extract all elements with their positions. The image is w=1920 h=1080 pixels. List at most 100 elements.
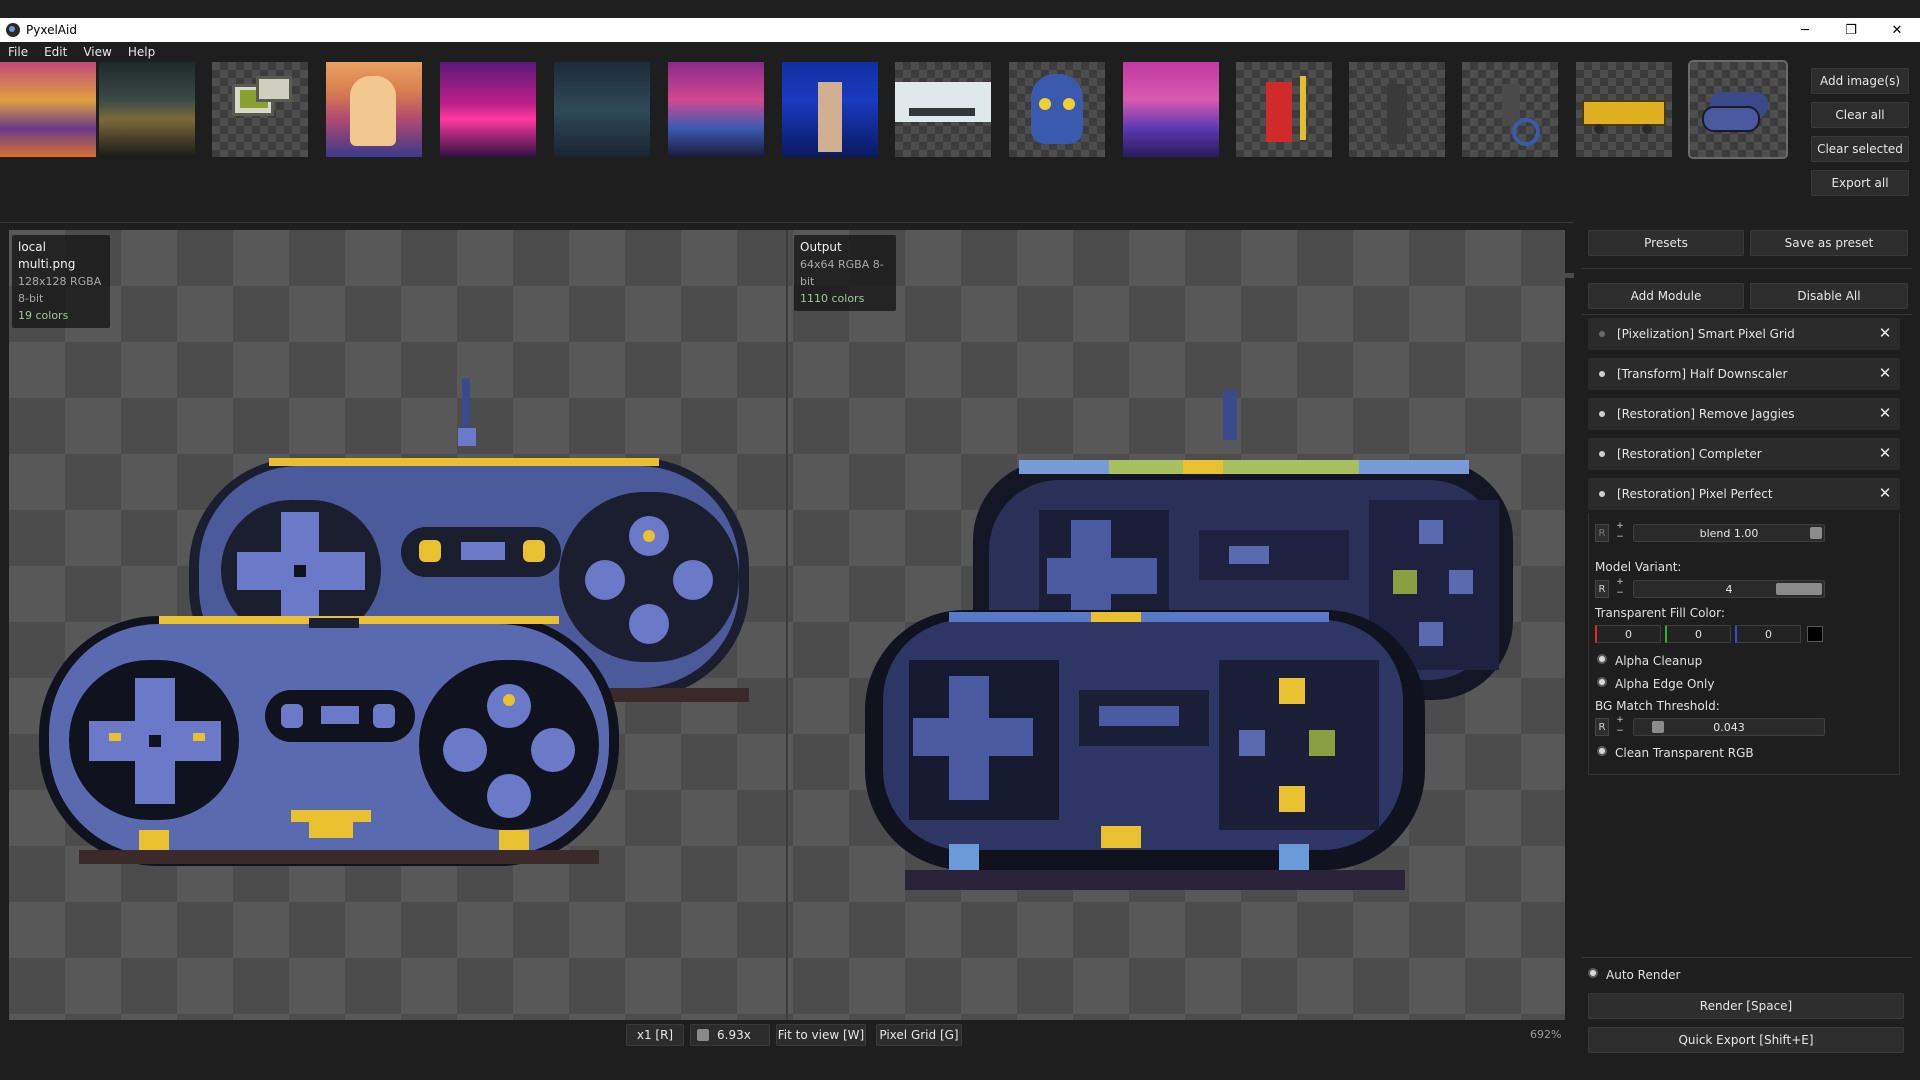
bg-threshold-value: 0.043 (1713, 720, 1745, 734)
module-label: [Pixelization] Smart Pixel Grid (1617, 327, 1795, 341)
module-label: [Restoration] Remove Jaggies (1617, 407, 1795, 421)
model-variant-decrement[interactable]: − (1614, 589, 1626, 598)
bg-threshold-label: BG Match Threshold: (1595, 699, 1720, 713)
thumbnail-crowd-of-characters[interactable] (0, 62, 96, 157)
module-pixel-perfect[interactable]: [Restoration] Pixel Perfect ✕ (1588, 478, 1900, 510)
module-toggle-dot[interactable] (1599, 371, 1605, 377)
blend-increment[interactable]: + (1614, 522, 1626, 531)
save-preset-button[interactable]: Save as preset (1750, 230, 1908, 256)
bg-threshold-increment[interactable]: + (1614, 716, 1626, 725)
add-module-button[interactable]: Add Module (1588, 283, 1744, 309)
title-bar: PyxelAid ─ ❐ ✕ (0, 18, 1920, 42)
fill-red-field[interactable]: 0 (1595, 625, 1661, 643)
zoom-field[interactable]: 6.93x (690, 1024, 770, 1046)
add-images-button[interactable]: Add image(s) (1811, 68, 1909, 94)
thumbnail-poster-dancer[interactable] (782, 62, 878, 157)
fill-green-field[interactable]: 0 (1665, 625, 1731, 643)
model-variant-reset-button[interactable]: R (1595, 580, 1609, 598)
auto-render-toggle[interactable] (1588, 968, 1598, 978)
fill-color-swatch[interactable] (1807, 626, 1823, 642)
render-button[interactable]: Render [Space] (1588, 993, 1904, 1019)
menu-help[interactable]: Help (128, 45, 155, 59)
input-filename: local multi.png (18, 240, 76, 271)
input-info-box: local multi.png 128x128 RGBA 8-bit 19 co… (12, 235, 110, 328)
module-half-downscaler[interactable]: [Transform] Half Downscaler ✕ (1588, 358, 1900, 390)
module-toggle-dot[interactable] (1599, 491, 1605, 497)
blend-slider-knob[interactable] (1810, 527, 1822, 539)
blend-decrement[interactable]: − (1614, 533, 1626, 542)
module-label: [Restoration] Completer (1617, 447, 1762, 461)
pixel-grid-button[interactable]: Pixel Grid [G] (876, 1024, 962, 1046)
thumbnail-blonde-woman-portrait[interactable] (326, 62, 422, 157)
panel-divider (1582, 957, 1912, 958)
thumbnail-torii-gate-night[interactable] (554, 62, 650, 157)
panel-divider (1582, 268, 1912, 269)
compare-split-handle[interactable] (786, 230, 788, 1020)
clean-transparent-rgb-label: Clean Transparent RGB (1615, 746, 1754, 760)
input-image (39, 378, 749, 866)
export-all-button[interactable]: Export all (1811, 170, 1909, 196)
blend-slider[interactable]: blend 1.00 (1633, 524, 1825, 542)
module-smart-pixel-grid[interactable]: [Pixelization] Smart Pixel Grid ✕ (1588, 318, 1900, 350)
thumbnail-woman-neon-outfit[interactable] (668, 62, 764, 157)
window-title: PyxelAid (26, 23, 77, 37)
model-variant-slider[interactable]: 4 (1633, 580, 1825, 598)
thumbnail-school-bus[interactable] (1576, 62, 1672, 157)
close-window-button[interactable]: ✕ (1874, 18, 1920, 42)
thumbnail-neon-skull[interactable] (1009, 62, 1105, 157)
thumbnail-armored-warrior[interactable] (1349, 62, 1445, 157)
fit-to-view-button[interactable]: Fit to view [W] (776, 1024, 866, 1046)
output-front-controller (865, 610, 1425, 890)
zoom-value: 6.93x (717, 1028, 751, 1042)
fill-color-label: Transparent Fill Color: (1595, 606, 1725, 620)
screen-top-band (0, 0, 1920, 18)
presets-button[interactable]: Presets (1588, 230, 1744, 256)
model-variant-slider-knob[interactable] (1776, 583, 1822, 595)
module-toggle-dot[interactable] (1599, 451, 1605, 457)
model-variant-increment[interactable]: + (1614, 578, 1626, 587)
input-meta: 128x128 RGBA 8-bit (18, 275, 102, 305)
module-toggle-dot[interactable] (1599, 411, 1605, 417)
clear-all-button[interactable]: Clear all (1811, 102, 1909, 128)
module-remove-jaggies[interactable]: [Restoration] Remove Jaggies ✕ (1588, 398, 1900, 430)
input-front-controller (39, 616, 619, 866)
blend-value: blend 1.00 (1699, 526, 1759, 540)
clean-transparent-rgb-toggle[interactable] (1597, 746, 1607, 756)
blend-reset-button[interactable]: R (1595, 524, 1609, 542)
clear-selected-button[interactable]: Clear selected (1811, 136, 1909, 162)
quick-export-button[interactable]: Quick Export [Shift+E] (1588, 1027, 1904, 1053)
bg-threshold-slider[interactable]: 0.043 (1633, 718, 1825, 736)
disable-all-button[interactable]: Disable All (1750, 283, 1908, 309)
alpha-cleanup-toggle[interactable] (1597, 654, 1607, 664)
thumbnail-wheelchair-figure[interactable] (1462, 62, 1558, 157)
bg-threshold-slider-knob[interactable] (1652, 721, 1664, 733)
bg-threshold-decrement[interactable]: − (1614, 727, 1626, 736)
fill-blue-field[interactable]: 0 (1735, 625, 1801, 643)
thumbnail-game-controllers[interactable] (1688, 60, 1788, 159)
close-icon[interactable]: ✕ (1878, 326, 1892, 341)
close-icon[interactable]: ✕ (1878, 406, 1892, 421)
restore-button[interactable]: ❐ (1828, 18, 1874, 42)
close-icon[interactable]: ✕ (1878, 486, 1892, 501)
thumbnail-retro-computers[interactable] (212, 62, 308, 157)
thumbnail-dark-throne-room[interactable] (99, 62, 195, 157)
minimize-button[interactable]: ─ (1782, 18, 1828, 42)
input-colors: 19 colors (18, 309, 69, 322)
app-icon (6, 23, 20, 37)
module-completer[interactable]: [Restoration] Completer ✕ (1588, 438, 1900, 470)
model-variant-value: 4 (1725, 582, 1733, 596)
close-icon[interactable]: ✕ (1878, 366, 1892, 381)
bg-threshold-reset-button[interactable]: R (1595, 718, 1609, 736)
thumbnail-red-robed-wizard[interactable] (1236, 62, 1332, 157)
thumbnail-pink-hair-woman[interactable] (1123, 62, 1219, 157)
alpha-cleanup-label: Alpha Cleanup (1615, 654, 1703, 668)
menu-view[interactable]: View (83, 45, 111, 59)
menu-edit[interactable]: Edit (44, 45, 67, 59)
menu-file[interactable]: File (8, 45, 28, 59)
module-toggle-dot[interactable] (1599, 331, 1605, 337)
thumbnail-neon-city-car[interactable] (440, 62, 536, 157)
close-icon[interactable]: ✕ (1878, 446, 1892, 461)
alpha-edge-only-toggle[interactable] (1597, 677, 1607, 687)
scale-x1-button[interactable]: x1 [R] (626, 1024, 684, 1046)
thumbnail-platformer-level[interactable] (895, 62, 991, 157)
